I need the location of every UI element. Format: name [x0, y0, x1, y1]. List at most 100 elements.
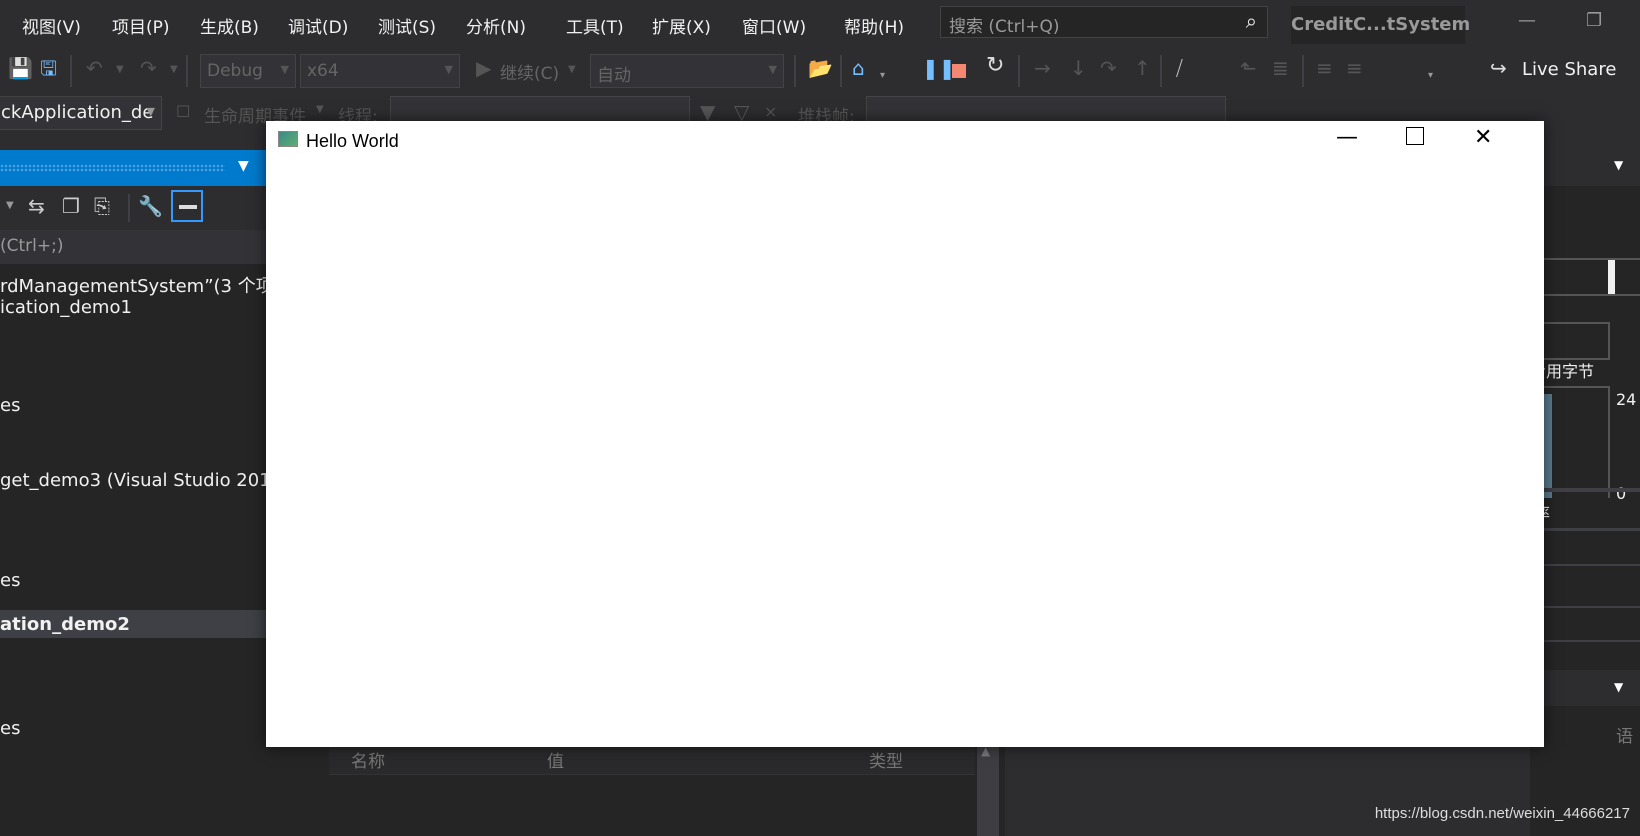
menu-test[interactable]: 测试(S): [378, 13, 436, 38]
menu-build[interactable]: 生成(B): [200, 13, 259, 38]
show-all-files-icon[interactable]: ⎘: [94, 196, 110, 216]
menu-extensions[interactable]: 扩展(X): [652, 13, 711, 38]
continue-button[interactable]: 继续(C): [500, 59, 559, 84]
chevron-down-icon[interactable]: ▼: [568, 60, 576, 80]
target-dropdown[interactable]: 自动 ▼: [590, 54, 784, 88]
menu-view[interactable]: 视图(V): [22, 13, 81, 38]
separator: [1160, 55, 1162, 87]
separator: [794, 55, 796, 87]
axis-max-label: 24: [1616, 390, 1637, 409]
stack-icon[interactable]: ≣: [1272, 58, 1289, 78]
show-next-statement-icon[interactable]: →: [1034, 58, 1051, 78]
column-name[interactable]: 名称: [351, 747, 385, 772]
chevron-down-icon: ▼: [146, 105, 155, 118]
axis-min-label: 0: [1616, 484, 1627, 503]
tree-item-folder[interactable]: es: [0, 395, 20, 416]
redo-icon[interactable]: ↷: [140, 58, 157, 78]
menu-analyze[interactable]: 分析(N): [466, 13, 526, 38]
minimize-icon[interactable]: —: [1518, 10, 1536, 31]
configuration-dropdown[interactable]: Debug ▼: [200, 54, 296, 88]
panel-header: ▼: [1530, 670, 1640, 706]
column-value[interactable]: 值: [547, 747, 564, 772]
chevron-down-icon: ▼: [768, 63, 777, 76]
divider: [1530, 564, 1640, 566]
divider: [1530, 528, 1640, 531]
chevron-down-icon[interactable]: ▼: [316, 104, 324, 115]
overflow-icon[interactable]: ▾: [880, 66, 885, 86]
live-share-icon[interactable]: ↪: [1490, 58, 1507, 78]
preview-icon: [179, 205, 197, 209]
restart-icon[interactable]: ↻: [986, 55, 1004, 77]
chevron-down-icon[interactable]: ▼: [116, 60, 124, 80]
comment-icon[interactable]: ≡: [1346, 58, 1363, 78]
tree-item-project[interactable]: get_demo3 (Visual Studio 2017: [0, 470, 282, 491]
minimize-icon[interactable]: —: [1336, 125, 1358, 150]
live-share-button[interactable]: Live Share: [1522, 59, 1616, 80]
wrench-icon[interactable]: 🔧: [138, 196, 163, 216]
tree-item-folder[interactable]: es: [0, 570, 20, 591]
chevron-down-icon: ▼: [280, 63, 289, 76]
platform-value: x64: [307, 61, 339, 81]
save-all-icon[interactable]: 🖫: [40, 58, 57, 78]
tree-item-solution[interactable]: rdManagementSystem”(3 个项目: [0, 272, 292, 298]
locals-panel: 名称 值 类型 ▲: [315, 740, 1005, 836]
run-to-cursor-icon[interactable]: ⬑: [1240, 58, 1257, 78]
search-icon: ⌕: [1245, 9, 1257, 33]
scrollbar[interactable]: ▲: [977, 740, 999, 836]
chevron-down-icon[interactable]: ▼: [238, 158, 249, 174]
tree-item-folder[interactable]: es: [0, 718, 20, 739]
filter-icon[interactable]: ▼: [700, 102, 715, 122]
tree-item-project[interactable]: ication_demo1: [0, 297, 132, 318]
play-icon[interactable]: ▶: [476, 58, 491, 78]
maximize-icon[interactable]: [1406, 127, 1424, 145]
pause-icon[interactable]: ❚❚: [922, 58, 956, 78]
menu-debug[interactable]: 调试(D): [288, 13, 348, 38]
collapse-all-icon[interactable]: ❐: [62, 196, 80, 216]
flag-threads-icon[interactable]: ⨯: [764, 102, 777, 122]
restore-icon[interactable]: ❐: [1586, 10, 1602, 31]
menu-project[interactable]: 项目(P): [112, 13, 170, 38]
find-in-folder-icon[interactable]: 📂: [808, 58, 833, 78]
column-header[interactable]: 语: [1616, 722, 1633, 747]
watermark: https://blog.csdn.net/weixin_44666217: [1374, 805, 1630, 822]
chevron-down-icon[interactable]: ▼: [170, 60, 178, 80]
filter-clear-icon[interactable]: ▽: [734, 102, 749, 122]
breakpoints-icon[interactable]: ⧸: [1176, 58, 1183, 78]
undo-icon[interactable]: ↶: [86, 58, 103, 78]
step-over-icon[interactable]: ↷: [1100, 58, 1117, 78]
step-into-icon[interactable]: ↓: [1070, 58, 1087, 78]
column-type[interactable]: 类型: [869, 747, 903, 772]
menu-window[interactable]: 窗口(W): [742, 13, 806, 38]
preview-toggle-button[interactable]: [171, 190, 203, 222]
close-icon[interactable]: ✕: [1474, 125, 1492, 150]
step-out-icon[interactable]: ↑: [1134, 58, 1151, 78]
menu-bar: 视图(V) 项目(P) 生成(B) 调试(D) 测试(S) 分析(N) 工具(T…: [0, 0, 1640, 48]
overflow-icon[interactable]: ▾: [1428, 66, 1433, 86]
application-home-icon[interactable]: ⌂: [852, 58, 865, 78]
chevron-down-icon[interactable]: ▼: [6, 200, 14, 211]
divider: [1530, 488, 1640, 492]
search-placeholder: 搜索 (Ctrl+Q): [949, 17, 1060, 37]
lifecycle-icon[interactable]: ☐: [176, 102, 190, 122]
app-icon: [278, 131, 298, 147]
chevron-down-icon[interactable]: ▼: [1614, 158, 1623, 172]
separator: [70, 55, 72, 87]
menu-tools[interactable]: 工具(T): [566, 13, 624, 38]
search-input[interactable]: 搜索 (Ctrl+Q) ⌕: [940, 6, 1268, 38]
sync-icon[interactable]: ⇆: [28, 196, 45, 216]
platform-dropdown[interactable]: x64 ▼: [300, 54, 460, 88]
standard-toolbar: 💾 🖫 ↶ ▼ ↷ ▼ Debug ▼ x64 ▼ ▶ 继续(C) ▼ 自动 ▼…: [0, 50, 1640, 94]
tree-item-startup-project[interactable]: ation_demo2: [0, 614, 130, 635]
chevron-down-icon[interactable]: ▼: [1614, 680, 1623, 694]
stop-icon[interactable]: [952, 64, 966, 78]
drag-grip[interactable]: [0, 164, 225, 172]
separator: [1302, 55, 1304, 87]
indent-icon[interactable]: ≡: [1316, 58, 1333, 78]
events-timeline: [1530, 258, 1640, 296]
panel-header: ▼: [1530, 150, 1640, 186]
process-dropdown[interactable]: ckApplication_de ▼: [0, 96, 162, 130]
menu-help[interactable]: 帮助(H): [844, 13, 904, 38]
timeline-marker[interactable]: [1608, 260, 1615, 294]
save-icon[interactable]: 💾: [8, 58, 33, 78]
hello-world-window[interactable]: Hello World — ✕: [266, 121, 1544, 747]
